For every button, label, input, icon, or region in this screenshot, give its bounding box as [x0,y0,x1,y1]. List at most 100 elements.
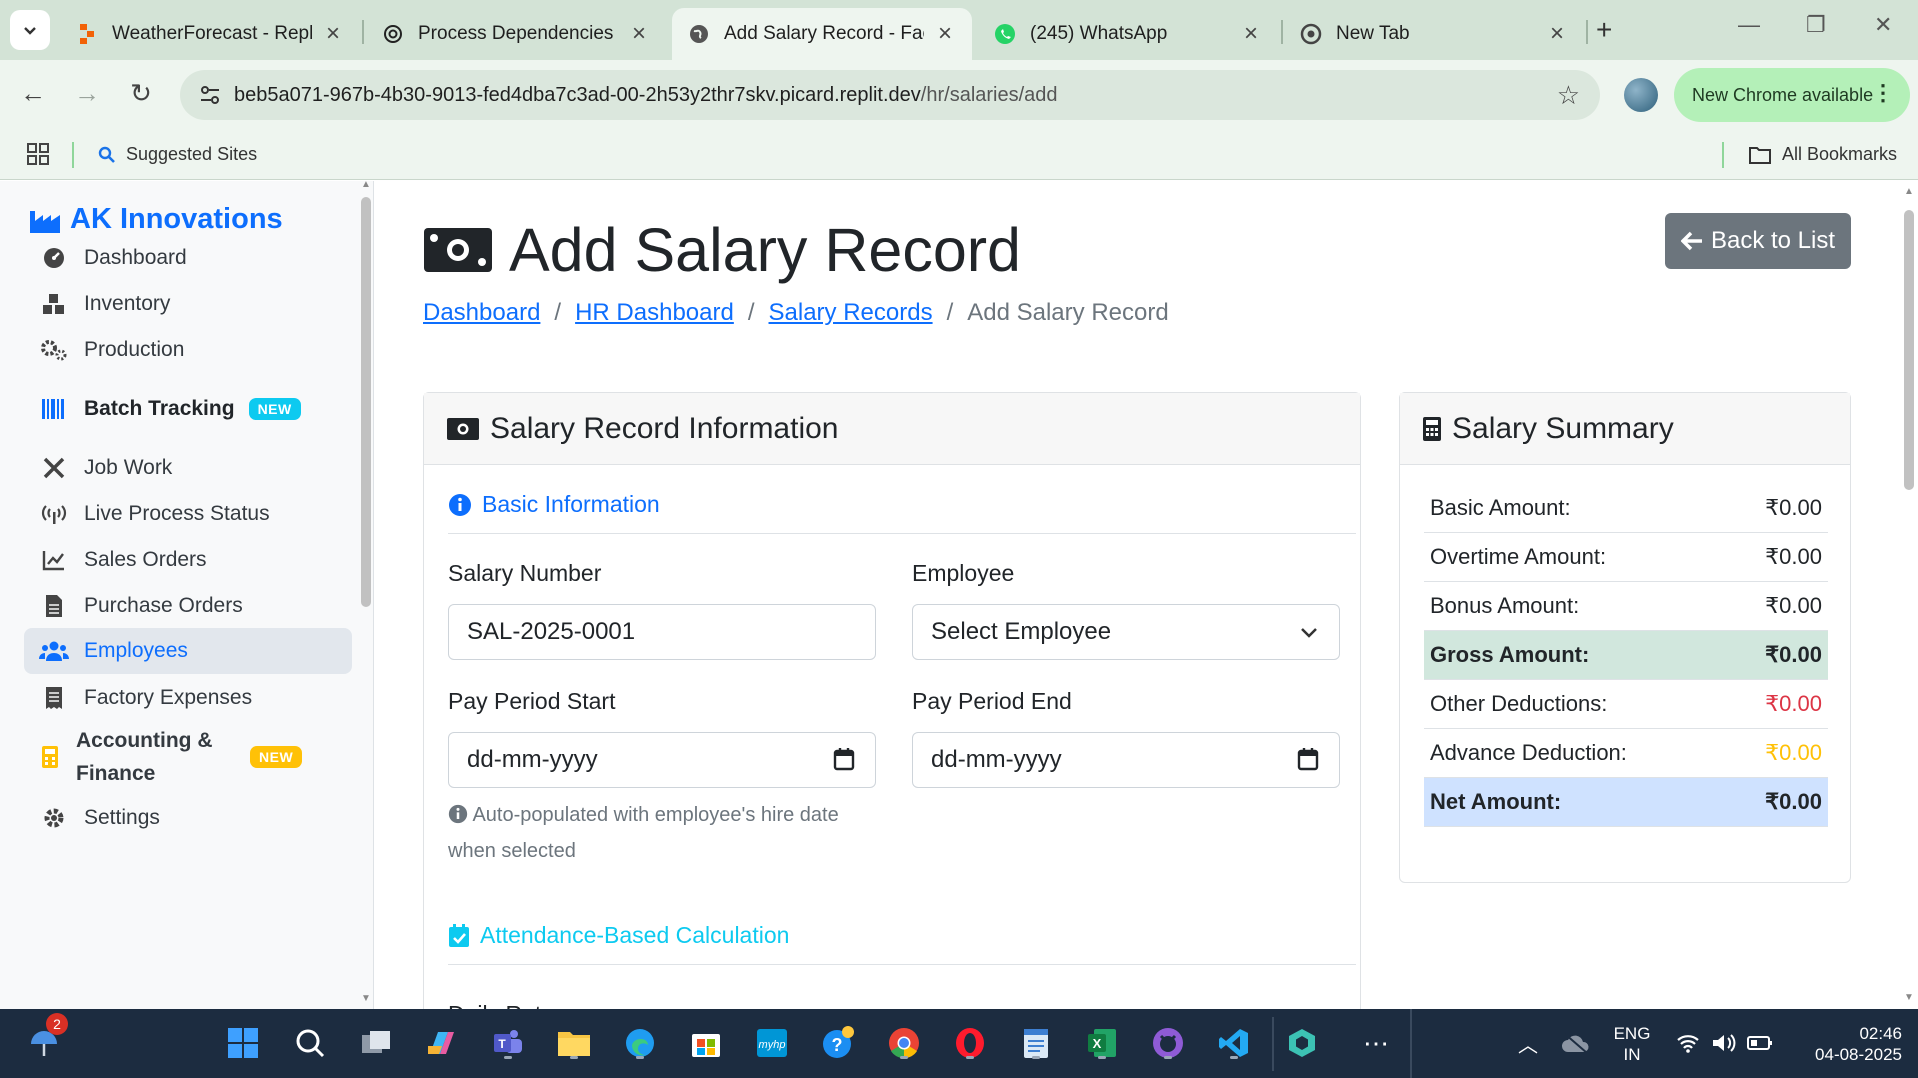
task-view-icon[interactable] [356,1023,396,1063]
myhp-icon[interactable]: myhp [752,1023,792,1063]
bookmark-suggested-sites[interactable]: Suggested Sites [98,144,257,165]
back-button-label: Back to List [1710,227,1836,254]
brand-logo[interactable]: AK Innovations [30,203,283,236]
reload-icon[interactable]: ↻ [124,78,158,109]
minimize-icon[interactable]: — [1738,12,1760,38]
file-explorer-icon[interactable] [554,1023,594,1063]
employee-select[interactable]: Select Employee [912,604,1340,660]
bookmark-star-icon[interactable]: ☆ [1557,80,1580,111]
github-desktop-icon[interactable] [1148,1023,1188,1063]
opera-icon[interactable] [950,1023,990,1063]
calendar-icon[interactable] [833,747,855,771]
sidebar-item-sales-orders[interactable]: Sales Orders [24,537,352,583]
sidebar-item-inventory[interactable]: Inventory [24,281,352,327]
site-settings-icon[interactable] [198,83,222,107]
back-arrow-icon[interactable]: ← [16,78,50,109]
chrome-icon[interactable] [884,1023,924,1063]
excel-icon[interactable]: X [1082,1023,1122,1063]
window-close-icon[interactable]: ✕ [1874,12,1892,38]
sidebar-item-accounting-finance[interactable]: Accounting & Finance NEW [24,721,352,793]
search-icon[interactable] [290,1023,330,1063]
teams-icon[interactable]: T [488,1023,528,1063]
section-divider [448,533,1356,534]
summary-row-bonus: Bonus Amount: ₹0.00 [1424,582,1828,631]
apps-grid-icon[interactable] [26,142,50,166]
sidebar-item-purchase-orders[interactable]: Purchase Orders [24,583,352,629]
cube-app-icon[interactable] [1282,1023,1322,1063]
tab-search-button[interactable] [10,10,50,50]
close-icon[interactable]: × [628,20,650,48]
tab-whatsapp[interactable]: (245) WhatsApp × [978,8,1278,60]
salary-number-input[interactable]: SAL-2025-0001 [448,604,876,660]
tab-process-dependencies[interactable]: Process Dependencies O × [366,8,666,60]
summary-row-other-deductions: Other Deductions: ₹0.00 [1424,680,1828,729]
chrome-update-button[interactable]: New Chrome available ⋮ [1674,68,1910,122]
info-circle-icon [449,493,471,516]
sidebar-scrollbar-thumb[interactable] [361,197,371,607]
close-icon[interactable]: × [934,20,956,48]
whatsapp-icon [994,23,1016,45]
users-icon [24,640,84,662]
pay-period-start-input[interactable]: dd-mm-yyyy [448,732,876,788]
microsoft-store-icon[interactable] [686,1023,726,1063]
new-tab-plus-icon[interactable]: + [1596,14,1612,46]
sidebar-item-factory-expenses[interactable]: Factory Expenses [24,675,352,721]
sidebar-item-label: Employees [84,639,188,662]
tab-new-tab[interactable]: New Tab × [1284,8,1584,60]
system-clock[interactable]: 02:46 04-08-2025 [1792,1023,1902,1065]
page-scroll-down-arrow[interactable]: ▼ [1904,992,1914,1003]
close-icon[interactable]: × [1240,20,1262,48]
sidebar-item-settings[interactable]: Settings [24,795,352,841]
running-indicator [570,1056,578,1059]
sidebar-item-job-work[interactable]: Job Work [24,445,352,491]
kebab-menu-icon[interactable]: ⋮ [1872,80,1894,106]
battery-icon[interactable] [1740,1023,1780,1063]
volume-icon[interactable] [1704,1023,1744,1063]
scroll-up-arrow[interactable]: ▲ [361,181,371,190]
calendar-icon[interactable] [1297,747,1319,771]
close-icon[interactable]: × [1546,20,1568,48]
forward-arrow-icon[interactable]: → [70,78,104,109]
sidebar-item-live-process-status[interactable]: Live Process Status [24,491,352,537]
page-scroll-up-arrow[interactable]: ▲ [1904,186,1914,197]
salary-number-label: Salary Number [448,560,602,586]
chrome-icon [1300,23,1322,45]
tab-weatherforecast[interactable]: WeatherForecast - Replit × [60,8,360,60]
windows-start-icon[interactable] [223,1023,263,1063]
pay-period-end-input[interactable]: dd-mm-yyyy [912,732,1340,788]
input-language[interactable]: ENG IN [1612,1023,1652,1065]
tab-add-salary-record[interactable]: Add Salary Record - Facto × [672,8,972,60]
breadcrumb-hr-dashboard-link[interactable]: HR Dashboard [575,299,734,327]
close-icon[interactable]: × [322,20,344,48]
form-card-title: Salary Record Information [490,411,839,445]
back-to-list-button[interactable]: Back to List [1665,213,1851,269]
sidebar-item-employees[interactable]: Employees [24,628,352,674]
edge-icon[interactable] [620,1023,660,1063]
wifi-icon[interactable] [1668,1023,1708,1063]
all-bookmarks-button[interactable]: All Bookmarks [1748,144,1897,165]
search-icon [98,146,115,163]
restore-icon[interactable]: ❐ [1806,12,1826,38]
onedrive-icon[interactable] [1556,1023,1596,1063]
more-apps-icon[interactable]: ⋯ [1356,1023,1396,1063]
sidebar-item-batch-tracking[interactable]: Batch Tracking NEW [24,385,352,433]
summary-row-basic: Basic Amount: ₹0.00 [1424,484,1828,533]
copilot-icon[interactable] [422,1023,462,1063]
sidebar-item-label-block: Accounting & Finance [76,724,236,790]
update-label: New Chrome available [1692,84,1874,105]
bookmark-label: All Bookmarks [1782,144,1898,164]
help-icon[interactable]: ? [818,1023,858,1063]
profile-avatar[interactable] [1624,78,1658,112]
breadcrumb-dashboard-link[interactable]: Dashboard [423,299,540,327]
chevron-down-icon [24,27,36,35]
sidebar-item-production[interactable]: Production [24,327,352,373]
address-bar[interactable]: beb5a071-967b-4b30-9013-fed4dba7c3ad-00-… [180,70,1600,120]
page-scrollbar-thumb[interactable] [1904,210,1914,490]
breadcrumb-salary-records-link[interactable]: Salary Records [769,299,933,327]
notepad-icon[interactable] [1016,1023,1056,1063]
chevron-up-icon[interactable]: ︿ [1508,1023,1548,1063]
scroll-down-arrow[interactable]: ▼ [361,993,371,1004]
sidebar-item-dashboard-row[interactable]: Dashboard [24,235,352,281]
running-indicator [504,1056,512,1059]
vscode-icon[interactable] [1214,1023,1254,1063]
